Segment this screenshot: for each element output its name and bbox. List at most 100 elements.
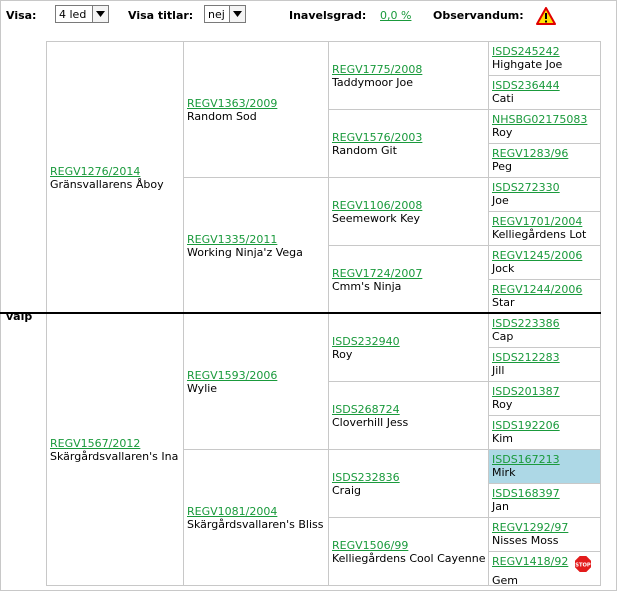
- gen4-ancestor-cell: REGV1292/97 Nisses Moss: [489, 518, 601, 552]
- registration-link[interactable]: REGV1775/2008: [332, 63, 422, 76]
- registration-link[interactable]: ISDS167213: [492, 453, 560, 466]
- dog-name: Mirk: [492, 466, 516, 479]
- ancestor-info: REGV1244/2006 Star: [492, 283, 582, 309]
- registration-link[interactable]: ISDS232836: [332, 471, 400, 484]
- registration-link[interactable]: REGV1081/2004: [187, 505, 324, 518]
- toolbar: Visa: 4 led Visa titlar: nej Inavelsgrad…: [0, 4, 617, 26]
- titles-select[interactable]: nej: [204, 5, 246, 23]
- dog-name: Wylie: [187, 382, 218, 395]
- dog-name: Seemework Key: [332, 212, 421, 225]
- registration-link[interactable]: ISDS192206: [492, 419, 560, 432]
- gen4-ancestor-cell: ISDS167213 Mirk: [489, 450, 601, 484]
- registration-link[interactable]: REGV1244/2006: [492, 283, 582, 296]
- dog-name: Cloverhill Jess: [332, 416, 409, 429]
- ancestor-info: REGV1506/99 Kelliegårdens Cool Cayenne: [332, 539, 485, 565]
- gen1-ancestor-cell: REGV1567/2012 Skärgårdsvallaren's Ina: [46, 314, 184, 586]
- observandum-label: Observandum:: [433, 9, 524, 22]
- gen4-ancestor-cell: ISDS236444 Cati: [489, 76, 601, 110]
- registration-link[interactable]: REGV1276/2014: [50, 165, 164, 178]
- gen4-ancestor-cell: ISDS212283 Jill: [489, 348, 601, 382]
- registration-link[interactable]: REGV1283/96: [492, 147, 568, 160]
- dog-name: Jan: [492, 500, 509, 513]
- ancestor-info: ISDS201387 Roy: [492, 385, 560, 411]
- dog-name: Star: [492, 296, 515, 309]
- registration-link[interactable]: ISDS268724: [332, 403, 408, 416]
- gen4-ancestor-cell: REGV1418/92 Gem STOP: [489, 552, 601, 587]
- gen4-ancestor-cell: NHSBG02175083 Roy: [489, 110, 601, 144]
- warning-triangle-icon[interactable]: [536, 7, 556, 25]
- ancestor-info: ISDS245242 Highgate Joe: [492, 45, 562, 71]
- registration-link[interactable]: REGV1701/2004: [492, 215, 586, 228]
- gen3-ancestor-cell: REGV1775/2008 Taddymoor Joe: [329, 42, 489, 110]
- dog-name: Nisses Moss: [492, 534, 559, 547]
- inbreeding-link[interactable]: 0,0 %: [380, 9, 411, 22]
- ancestor-info: ISDS192206 Kim: [492, 419, 560, 445]
- ancestor-info: REGV1292/97 Nisses Moss: [492, 521, 568, 547]
- titles-select-value: nej: [208, 8, 225, 21]
- svg-text:STOP: STOP: [575, 562, 591, 568]
- registration-link[interactable]: ISDS272330: [492, 181, 560, 194]
- registration-link[interactable]: REGV1506/99: [332, 539, 485, 552]
- registration-link[interactable]: REGV1593/2006: [187, 369, 277, 382]
- registration-link[interactable]: ISDS168397: [492, 487, 560, 500]
- ancestor-info: REGV1418/92 Gem: [492, 555, 568, 587]
- registration-link[interactable]: REGV1292/97: [492, 521, 568, 534]
- registration-link[interactable]: REGV1245/2006: [492, 249, 582, 262]
- dog-name: Peg: [492, 160, 512, 173]
- registration-link[interactable]: ISDS212283: [492, 351, 560, 364]
- dog-name: Skärgårdsvallaren's Ina: [50, 450, 179, 463]
- gen1-ancestor-cell: REGV1276/2014 Gränsvallarens Åboy: [46, 42, 184, 314]
- registration-link[interactable]: ISDS245242: [492, 45, 562, 58]
- registration-link[interactable]: REGV1335/2011: [187, 233, 303, 246]
- ancestor-info: ISDS268724 Cloverhill Jess: [332, 403, 408, 429]
- ancestor-info: ISDS212283 Jill: [492, 351, 560, 377]
- dog-name: Kelliegårdens Cool Cayenne: [332, 552, 486, 565]
- gen2-ancestor-cell: REGV1081/2004 Skärgårdsvallaren's Bliss: [184, 450, 329, 586]
- ancestor-info: ISDS232836 Craig: [332, 471, 400, 497]
- registration-link[interactable]: ISDS232940: [332, 335, 400, 348]
- ancestor-info: REGV1724/2007 Cmm's Ninja: [332, 267, 422, 293]
- dog-name: Kim: [492, 432, 513, 445]
- dog-name: Cati: [492, 92, 514, 105]
- gen4-ancestor-cell: ISDS192206 Kim: [489, 416, 601, 450]
- registration-link[interactable]: REGV1576/2003: [332, 131, 422, 144]
- registration-link[interactable]: REGV1106/2008: [332, 199, 422, 212]
- registration-link[interactable]: REGV1724/2007: [332, 267, 422, 280]
- dog-name: Taddymoor Joe: [332, 76, 414, 89]
- dog-name: Cap: [492, 330, 514, 343]
- dog-name: Jill: [492, 364, 505, 377]
- ancestor-info: ISDS236444 Cati: [492, 79, 560, 105]
- dog-name: Random Git: [332, 144, 397, 157]
- ancestor-info: REGV1276/2014 Gränsvallarens Åboy: [50, 165, 164, 191]
- titlar-label: Visa titlar:: [128, 9, 194, 22]
- registration-link[interactable]: NHSBG02175083: [492, 113, 587, 126]
- registration-link[interactable]: REGV1567/2012: [50, 437, 178, 450]
- inavel-label: Inavelsgrad:: [289, 9, 367, 22]
- generations-select[interactable]: 4 led: [55, 5, 109, 23]
- gen4-ancestor-cell: ISDS223386 Cap: [489, 314, 601, 348]
- registration-link[interactable]: ISDS201387: [492, 385, 560, 398]
- gen3-ancestor-cell: ISDS232836 Craig: [329, 450, 489, 518]
- registration-link[interactable]: REGV1418/92: [492, 555, 568, 568]
- gen4-ancestor-cell: REGV1245/2006 Jock: [489, 246, 601, 280]
- registration-link[interactable]: REGV1363/2009: [187, 97, 277, 110]
- gen4-ancestor-cell: ISDS272330 Joe: [489, 178, 601, 212]
- dog-name: Highgate Joe: [492, 58, 563, 71]
- dog-name: Skärgårdsvallaren's Bliss: [187, 518, 324, 531]
- gen4-ancestor-cell: ISDS245242 Highgate Joe: [489, 42, 601, 76]
- dog-name: Jock: [492, 262, 515, 275]
- chevron-down-icon: [92, 6, 108, 22]
- registration-link[interactable]: ISDS223386: [492, 317, 560, 330]
- ancestor-info: ISDS223386 Cap: [492, 317, 560, 343]
- ancestor-info: ISDS168397 Jan: [492, 487, 560, 513]
- dog-name: Gem: [492, 574, 519, 587]
- visa-label: Visa:: [6, 9, 37, 22]
- ancestor-info: REGV1363/2009 Random Sod: [187, 97, 277, 123]
- chevron-down-icon: [229, 6, 245, 22]
- generations-select-value: 4 led: [59, 8, 87, 21]
- stop-sign-icon: STOP: [574, 555, 592, 573]
- gen3-ancestor-cell: REGV1724/2007 Cmm's Ninja: [329, 246, 489, 314]
- gen4-ancestor-cell: ISDS168397 Jan: [489, 484, 601, 518]
- registration-link[interactable]: ISDS236444: [492, 79, 560, 92]
- sire-dam-divider: [0, 312, 601, 314]
